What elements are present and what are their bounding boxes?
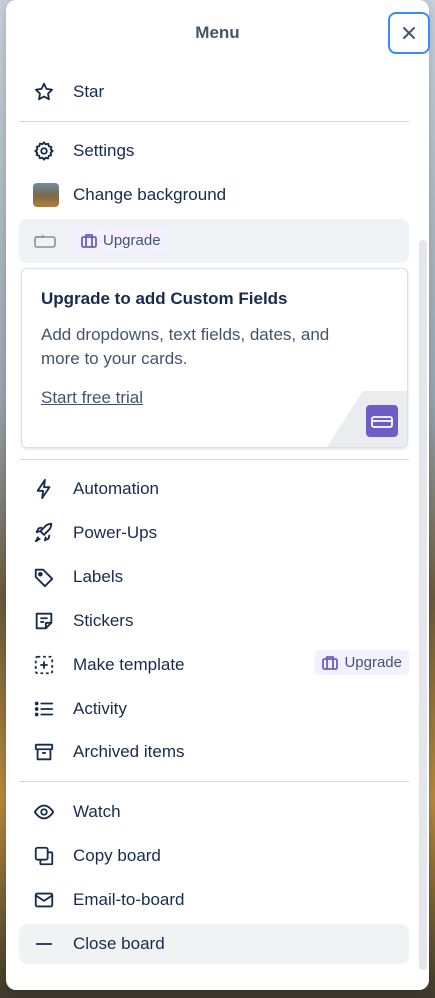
custom-fields-icon (34, 233, 56, 254)
menu-item-label: Power-Ups (73, 523, 158, 542)
upgrade-badge[interactable]: Upgrade (315, 650, 409, 675)
board-menu-panel: Menu Star Settings Change background Upg… (6, 0, 429, 990)
close-menu-button[interactable] (388, 12, 430, 54)
custom-fields-upsell-card: Upgrade to add Custom Fields Add dropdow… (21, 268, 408, 448)
rocket-icon (32, 521, 56, 545)
divider (19, 781, 409, 782)
menu-item-label: Activity (73, 699, 127, 718)
custom-fields-row[interactable]: Upgrade (19, 219, 409, 263)
eye-icon (32, 800, 56, 824)
menu-item-star[interactable]: Star (19, 72, 409, 112)
divider (19, 459, 409, 460)
tag-icon (32, 565, 56, 589)
menu-item-label: Star (73, 82, 105, 101)
menu-item-archived-items[interactable]: Archived items (19, 732, 409, 772)
upsell-description: Add dropdowns, text fields, dates, and m… (41, 325, 330, 368)
start-free-trial-link[interactable]: Start free trial (41, 388, 143, 408)
lightning-icon (32, 477, 56, 501)
divider (19, 121, 409, 122)
menu-item-label: Make template (73, 655, 185, 674)
menu-title: Menu (195, 23, 240, 42)
briefcase-icon (81, 233, 97, 248)
menu-item-label: Email-to-board (73, 890, 185, 909)
menu-header: Menu (6, 0, 429, 66)
close-icon (403, 27, 415, 39)
menu-item-label: Change background (73, 185, 227, 204)
menu-item-make-template[interactable]: Make template Upgrade (19, 645, 409, 685)
menu-item-stickers[interactable]: Stickers (19, 601, 409, 641)
menu-item-label: Stickers (73, 611, 134, 630)
background-thumbnail (33, 183, 59, 207)
mail-icon (32, 888, 56, 912)
star-icon (32, 80, 56, 104)
menu-item-label: Archived items (73, 742, 185, 761)
sticker-icon (32, 609, 56, 633)
list-icon (32, 697, 56, 721)
menu-item-power-ups[interactable]: Power-Ups (19, 513, 409, 553)
menu-item-email-to-board[interactable]: Email-to-board (19, 880, 409, 920)
menu-item-watch[interactable]: Watch (19, 792, 409, 832)
menu-item-label: Close board (73, 934, 165, 953)
menu-item-label: Settings (73, 141, 135, 160)
custom-fields-badge-icon (366, 405, 398, 437)
menu-item-settings[interactable]: Settings (19, 131, 409, 171)
upsell-title: Upgrade to add Custom Fields (41, 289, 288, 308)
upgrade-badge-label: Upgrade (344, 654, 402, 671)
scrollbar[interactable] (419, 240, 427, 970)
briefcase-icon (322, 655, 339, 670)
menu-item-copy-board[interactable]: Copy board (19, 836, 409, 876)
menu-item-label: Labels (73, 567, 124, 586)
archive-icon (32, 740, 56, 764)
gear-icon (32, 139, 56, 163)
menu-item-label: Automation (73, 479, 159, 498)
menu-item-activity[interactable]: Activity (19, 689, 409, 729)
menu-item-label: Watch (73, 802, 121, 821)
upgrade-badge[interactable]: Upgrade (74, 228, 168, 253)
minus-icon (32, 932, 56, 956)
upgrade-badge-label: Upgrade (103, 232, 161, 249)
menu-item-labels[interactable]: Labels (19, 557, 409, 597)
menu-item-close-board[interactable]: Close board (19, 924, 409, 964)
template-icon (32, 653, 56, 677)
copy-icon (32, 844, 56, 868)
menu-item-automation[interactable]: Automation (19, 469, 409, 509)
menu-item-change-background[interactable]: Change background (19, 175, 409, 215)
menu-item-label: Copy board (73, 846, 161, 865)
